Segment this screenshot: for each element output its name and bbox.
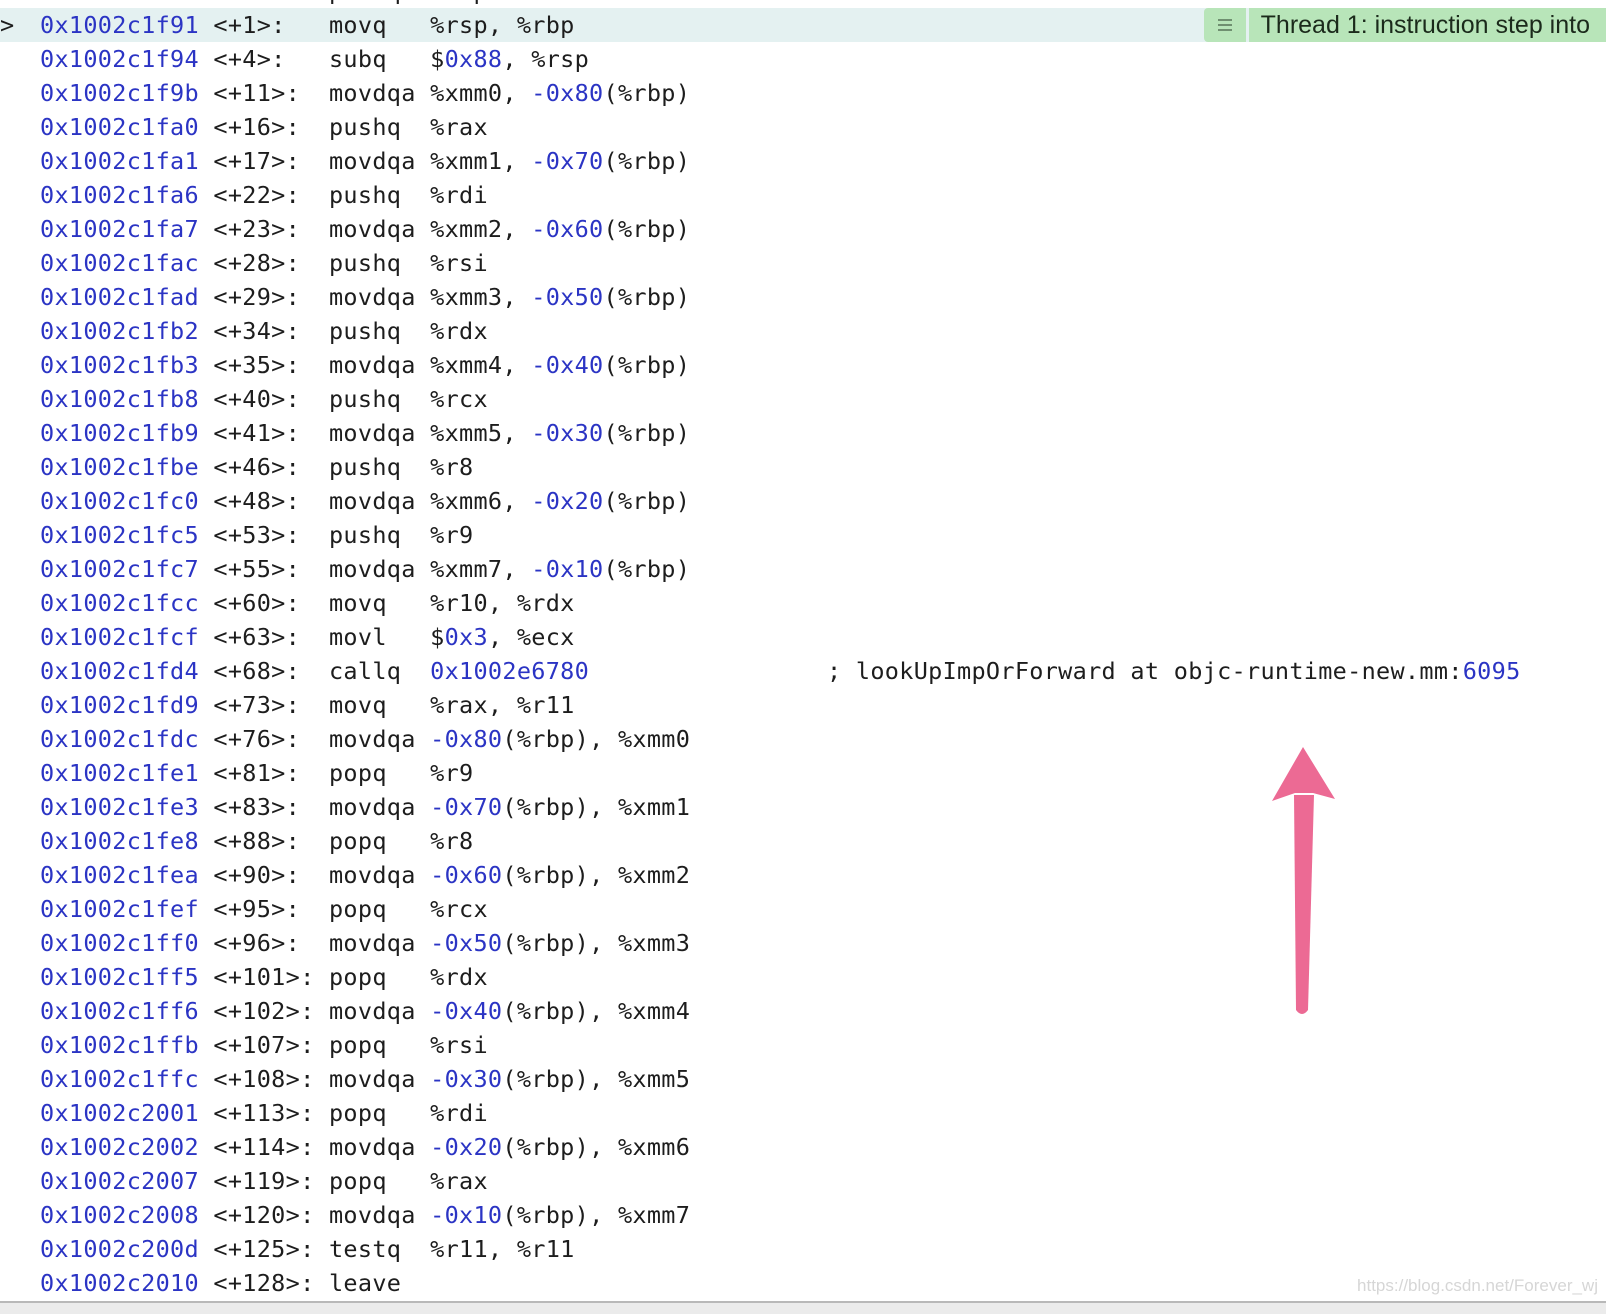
arrow-head: [1272, 747, 1335, 801]
bottom-scrollbar-area[interactable]: [0, 1301, 1606, 1314]
annotation-arrow: [1272, 747, 1335, 1014]
watermark: https://blog.csdn.net/Forever_wj: [1357, 1276, 1598, 1295]
arrow-shaft: [1294, 795, 1314, 1014]
